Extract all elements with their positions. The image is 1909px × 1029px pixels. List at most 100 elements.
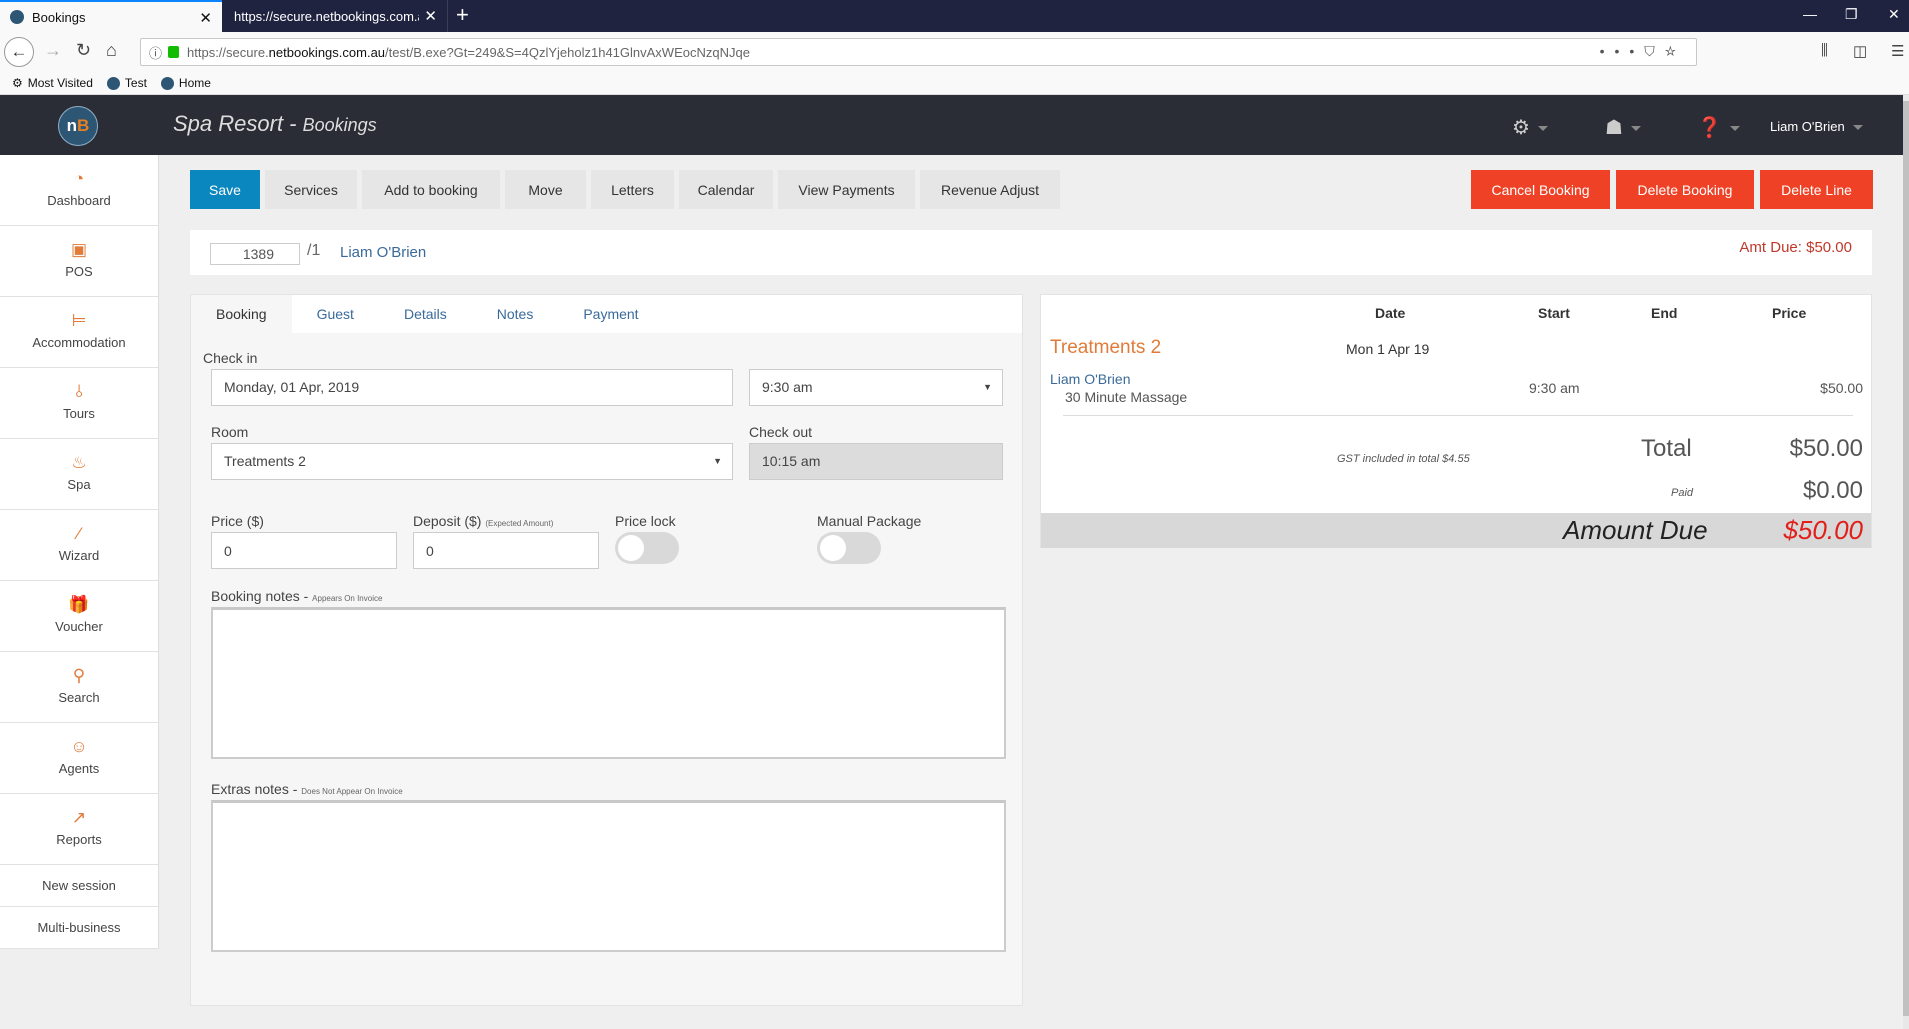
settings-menu[interactable]: ⚙ (1512, 115, 1548, 140)
bookmark-label: Most Visited (27, 76, 93, 90)
add-to-booking-button[interactable]: Add to booking (362, 170, 500, 209)
reload-button[interactable]: ↻ (76, 40, 91, 61)
room-select[interactable]: Treatments 2 ▼ (211, 443, 733, 480)
pocket-icon[interactable]: ⛉ (1644, 43, 1665, 59)
sidebar-toggle-icon[interactable]: ◫ (1853, 42, 1867, 60)
chevron-down-icon (1630, 126, 1641, 132)
close-tab-icon[interactable]: ✕ (199, 9, 212, 27)
room-value: Treatments 2 (224, 453, 306, 469)
page-actions-icon[interactable]: ••• (1600, 43, 1645, 59)
deposit-input[interactable] (413, 532, 599, 569)
scrollbar-thumb[interactable] (1903, 101, 1909, 1016)
tab-details[interactable]: Details (379, 295, 472, 333)
sidebar-item-label: Tours (63, 406, 95, 421)
close-tab-icon[interactable]: ✕ (424, 7, 437, 25)
url-scheme: https://secure. (187, 44, 269, 60)
letters-button[interactable]: Letters (591, 170, 674, 209)
restore-icon[interactable]: ❐ (1845, 6, 1858, 23)
netbookings-logo[interactable]: nB (58, 106, 98, 146)
summary-guest-link[interactable]: Liam O'Brien (1050, 371, 1130, 387)
route-icon: ⫰ (75, 382, 83, 401)
deposit-note: (Expected Amount) (485, 519, 554, 528)
sidebar-item-wizard[interactable]: ⁄ Wizard (0, 510, 158, 581)
tab-guest[interactable]: Guest (292, 295, 379, 333)
summary-room-name: Treatments 2 (1050, 337, 1162, 358)
sidebar-item-label: Wizard (58, 548, 100, 563)
new-tab-button[interactable]: + (456, 2, 469, 28)
save-button[interactable]: Save (190, 170, 260, 209)
browser-tab-url[interactable]: https://secure.netbookings.com.au ✕ (222, 0, 448, 32)
move-button[interactable]: Move (505, 170, 586, 209)
extras-notes-textarea[interactable] (211, 800, 1006, 952)
back-button[interactable]: ← (4, 37, 34, 67)
sidebar-item-search[interactable]: ⚲ Search (0, 652, 158, 723)
sidebar-item-voucher[interactable]: 🎁 Voucher (0, 581, 158, 652)
sidebar-link-multi-business[interactable]: Multi-business (0, 907, 158, 949)
bookmark-star-icon[interactable]: ☆ (1665, 43, 1686, 59)
amount-due-label: Amt Due: $50.00 (1739, 239, 1852, 256)
guest-name-link[interactable]: Liam O'Brien (340, 244, 426, 261)
sidebar-item-accommodation[interactable]: ⊨ Accommodation (0, 297, 158, 368)
info-icon[interactable]: ⓘ (149, 43, 162, 62)
module-name: Bookings (302, 115, 377, 135)
sidebar-item-spa[interactable]: ♨ Spa (0, 439, 158, 510)
booking-notes-textarea[interactable] (211, 607, 1006, 759)
price-input[interactable] (211, 532, 397, 569)
services-button[interactable]: Services (265, 170, 357, 209)
total-label: Total (1641, 435, 1692, 462)
window-close-icon[interactable]: ✕ (1888, 6, 1900, 23)
dropdown-arrow-icon: ▼ (983, 382, 992, 392)
sidebar-item-reports[interactable]: ↗ Reports (0, 794, 158, 865)
extras-notes-label: Extras notes - Does Not Appear On Invoic… (211, 781, 403, 797)
minimize-icon[interactable]: — (1803, 6, 1817, 22)
home-button[interactable]: ⌂ (106, 40, 117, 61)
sidebar-item-label: Reports (56, 832, 102, 847)
sidebar-item-pos[interactable]: ▣ POS (0, 226, 158, 297)
calendar-button[interactable]: Calendar (679, 170, 773, 209)
booking-number-input[interactable] (210, 243, 300, 265)
tab-notes[interactable]: Notes (472, 295, 559, 333)
tab-booking[interactable]: Booking (191, 295, 292, 333)
price-lock-toggle[interactable] (615, 532, 679, 564)
manual-package-toggle[interactable] (817, 532, 881, 564)
extras-notes-note: Does Not Appear On Invoice (301, 787, 403, 796)
sidebar: ◔ Dashboard ▣ POS ⊨ Accommodation ⫰ Tours ♨ S… (0, 155, 159, 949)
url-input[interactable]: ⓘ https://secure. netbookings.com.au/test… (140, 38, 1697, 66)
lock-icon (168, 46, 180, 58)
column-header-date: Date (1375, 305, 1406, 321)
cancel-booking-button[interactable]: Cancel Booking (1471, 170, 1610, 209)
total-value: $50.00 (1789, 435, 1863, 462)
menu-icon[interactable]: ☰ (1891, 42, 1904, 60)
delete-booking-button[interactable]: Delete Booking (1616, 170, 1754, 209)
bookmark-test[interactable]: Test (106, 76, 147, 90)
view-payments-button[interactable]: View Payments (778, 170, 915, 209)
check-in-date-value: Monday, 01 Apr, 2019 (224, 379, 360, 395)
sidebar-item-agents[interactable]: ☺ Agents (0, 723, 158, 794)
tab-payment[interactable]: Payment (558, 295, 663, 333)
check-in-time-select[interactable]: 9:30 am ▼ (749, 369, 1003, 406)
help-icon: ❓ (1697, 117, 1722, 139)
sidebar-item-dashboard[interactable]: ◔ Dashboard (0, 155, 158, 226)
help-menu[interactable]: ❓ (1697, 115, 1740, 140)
sidebar-link-label: Multi-business (37, 920, 121, 935)
column-header-start: Start (1538, 305, 1570, 321)
forward-button[interactable]: → (44, 40, 62, 61)
logo-letter: B (77, 116, 90, 135)
user-menu[interactable]: Liam O'Brien (1770, 119, 1863, 134)
bookmark-home[interactable]: Home (160, 76, 211, 90)
url-path: /test/B.exe?Gt=249&S=4QzlYjeholz1h41Glnv… (385, 44, 750, 60)
booking-line-suffix: /1 (307, 242, 321, 259)
sidebar-link-new-session[interactable]: New session (0, 865, 158, 907)
check-in-date-input[interactable]: Monday, 01 Apr, 2019 (211, 369, 733, 406)
revenue-adjust-button[interactable]: Revenue Adjust (920, 170, 1060, 209)
column-header-price: Price (1772, 305, 1807, 321)
check-in-time-value: 9:30 am (762, 379, 813, 395)
ninja-menu[interactable]: ☗ (1605, 115, 1641, 140)
page-scrollbar[interactable] (1903, 95, 1909, 1029)
library-icon[interactable]: ⫼ (1821, 42, 1828, 59)
booking-notes-label: Booking notes - Appears On Invoice (211, 588, 382, 604)
sidebar-item-tours[interactable]: ⫰ Tours (0, 368, 158, 439)
delete-line-button[interactable]: Delete Line (1760, 170, 1873, 209)
browser-tab-bookings[interactable]: Bookings ✕ (0, 0, 222, 32)
bookmark-most-visited[interactable]: ⚙ Most Visited (12, 76, 93, 90)
